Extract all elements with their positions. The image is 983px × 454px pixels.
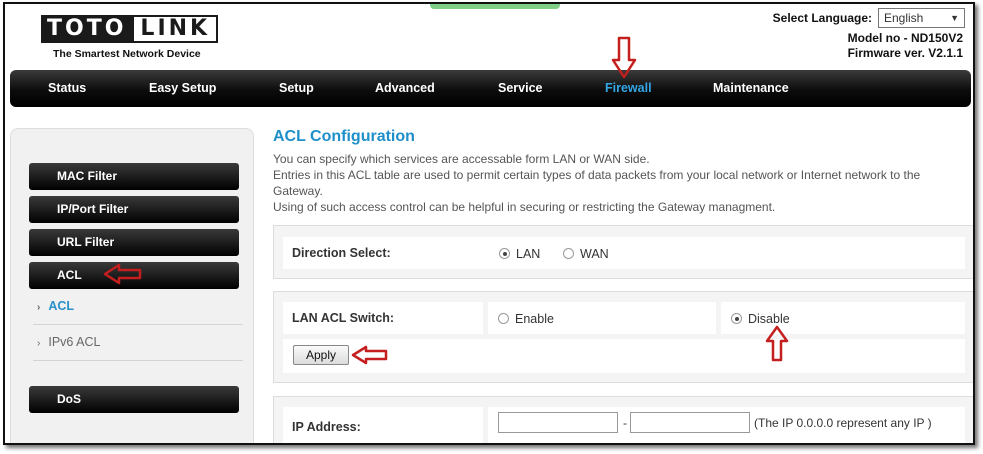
sidebar-divider xyxy=(33,360,243,361)
bullet-icon: › xyxy=(37,338,41,349)
nav-status[interactable]: Status xyxy=(48,70,86,107)
page-description: You can specify which services are acces… xyxy=(273,151,953,215)
sidebar-subitem-acl[interactable]: › ACL xyxy=(37,299,74,313)
ip-start-input[interactable] xyxy=(498,412,618,433)
nav-maintenance[interactable]: Maintenance xyxy=(713,70,789,107)
switch-disable-option[interactable]: Disable xyxy=(731,311,790,326)
nav-service[interactable]: Service xyxy=(498,70,542,107)
ip-end-input[interactable] xyxy=(630,412,750,433)
ip-input-cell: - (The IP 0.0.0.0 represent any IP ) xyxy=(488,407,965,443)
ip-address-panel: IP Address: - (The IP 0.0.0.0 represent … xyxy=(273,396,973,443)
direction-lan-option[interactable]: LAN xyxy=(499,246,540,261)
apply-button[interactable]: Apply xyxy=(293,345,349,365)
switch-disable-cell: Disable xyxy=(721,302,965,334)
page-title: ACL Configuration xyxy=(273,128,415,145)
firmware-version: Firmware ver. V2.1.1 xyxy=(847,46,963,60)
lan-radio[interactable] xyxy=(499,248,510,260)
switch-enable-cell: Enable xyxy=(488,302,716,334)
model-number: Model no - ND150V2 xyxy=(847,31,963,45)
lan-acl-switch-panel: LAN ACL Switch: Enable Disable Apply xyxy=(273,291,973,383)
lan-acl-switch-label: LAN ACL Switch: xyxy=(292,311,395,325)
sidebar-url-filter[interactable]: URL Filter xyxy=(29,229,239,256)
direction-select-label: Direction Select: xyxy=(292,246,391,260)
switch-enable-option[interactable]: Enable xyxy=(498,311,554,326)
logo-text-toto: TOTO xyxy=(41,15,133,43)
sidebar-subitem-ipv6-acl[interactable]: › IPv6 ACL xyxy=(37,335,100,349)
sidebar: MAC Filter IP/Port Filter URL Filter ACL… xyxy=(10,128,254,443)
language-label: Select Language: xyxy=(772,11,872,25)
ip-address-note: (The IP 0.0.0.0 represent any IP ) xyxy=(754,416,932,430)
wan-radio[interactable] xyxy=(563,248,574,260)
direction-row: Direction Select: LAN WAN xyxy=(283,237,965,269)
description-line: You can specify which services are acces… xyxy=(273,152,650,166)
nav-advanced[interactable]: Advanced xyxy=(375,70,435,107)
main-nav-bar: Status Easy Setup Setup Advanced Service… xyxy=(10,70,971,107)
direction-select-panel: Direction Select: LAN WAN xyxy=(273,225,973,279)
top-decoration xyxy=(430,4,560,9)
annotation-arrow-left-icon xyxy=(103,263,142,285)
description-line: Using of such access control can be help… xyxy=(273,200,776,214)
sidebar-divider xyxy=(33,324,243,325)
language-selector: Select Language: English ▼ xyxy=(773,8,965,28)
annotation-arrow-up-icon xyxy=(765,325,789,362)
device-info: Model no - ND150V2 Firmware ver. V2.1.1 xyxy=(848,31,963,61)
nav-easy-setup[interactable]: Easy Setup xyxy=(149,70,216,107)
nav-setup[interactable]: Setup xyxy=(279,70,314,107)
totolink-logo: TOTO LINK The Smartest Network Device xyxy=(41,15,219,60)
annotation-arrow-down-icon xyxy=(611,36,637,79)
ip-range-separator: - xyxy=(623,416,627,430)
sidebar-dos[interactable]: DoS xyxy=(29,386,239,413)
ip-address-label: IP Address: xyxy=(292,420,361,434)
logo-text-link: LINK xyxy=(132,15,219,43)
description-line: Entries in this ACL table are used to pe… xyxy=(273,168,921,198)
annotation-arrow-left-icon xyxy=(351,345,388,365)
language-dropdown[interactable]: English ▼ xyxy=(878,8,965,28)
language-value: English xyxy=(884,11,924,25)
disable-radio[interactable] xyxy=(731,313,742,325)
ip-label-cell: IP Address: xyxy=(283,407,483,443)
sidebar-ip-port-filter[interactable]: IP/Port Filter xyxy=(29,196,239,223)
bullet-icon: › xyxy=(37,302,41,313)
switch-label-cell: LAN ACL Switch: xyxy=(283,302,483,334)
router-admin-page: TOTO LINK The Smartest Network Device Se… xyxy=(3,2,975,445)
dropdown-caret-icon: ▼ xyxy=(950,13,959,23)
direction-wan-option[interactable]: WAN xyxy=(563,246,609,261)
sidebar-mac-filter[interactable]: MAC Filter xyxy=(29,163,239,190)
enable-radio[interactable] xyxy=(498,313,509,325)
logo-tagline: The Smartest Network Device xyxy=(53,48,201,60)
